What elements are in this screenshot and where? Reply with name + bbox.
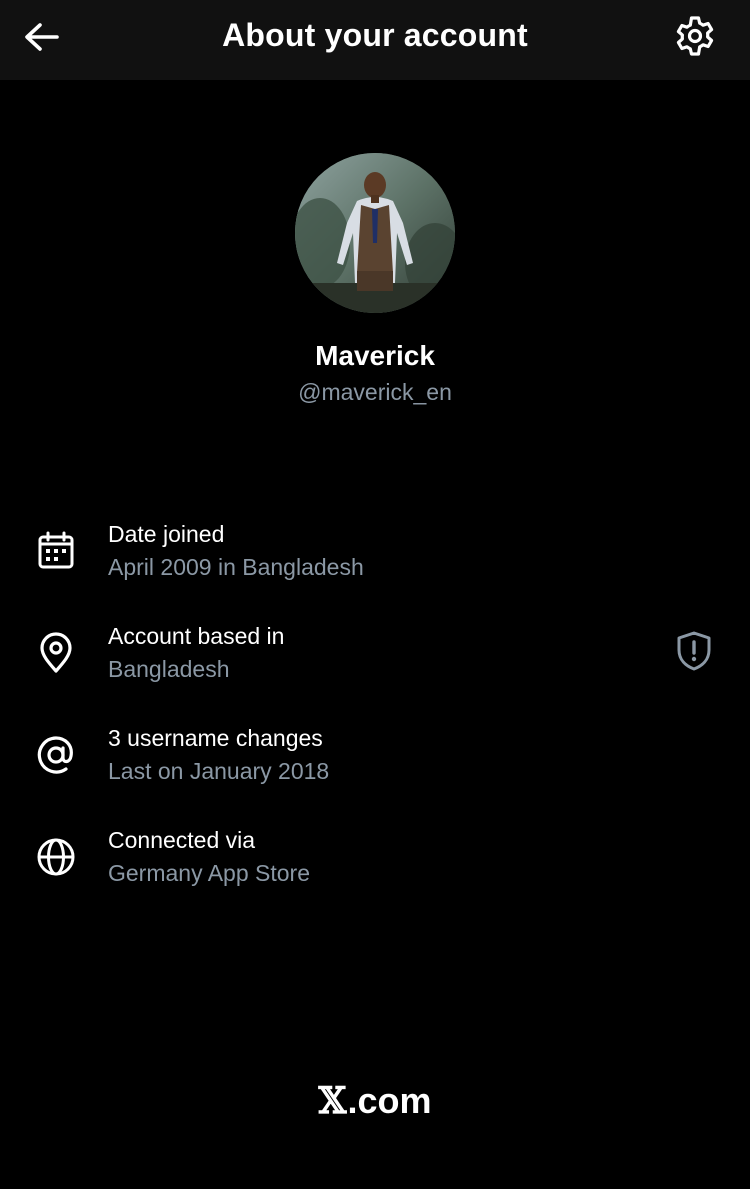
info-row-username-changes: 3 username changes Last on January 2018: [0, 719, 750, 799]
globe-icon: [34, 835, 78, 879]
display-name: Maverick: [315, 340, 435, 371]
shield-alert-icon: [675, 630, 713, 677]
x-com-logo: 𝕏.com: [0, 1080, 750, 1122]
gear-icon: [673, 14, 717, 63]
info-row-account-based-in: Account based in Bangladesh: [0, 617, 750, 697]
row-value: Last on January 2018: [108, 758, 330, 784]
location-pin-icon: [34, 631, 78, 675]
row-label: Connected via: [108, 827, 256, 853]
row-value: Bangladesh: [108, 656, 230, 682]
avatar-photo: [295, 153, 455, 313]
row-label: Account based in: [108, 623, 285, 649]
avatar[interactable]: [295, 153, 455, 313]
username-handle: @maverick_en: [298, 379, 452, 405]
top-bar: About your account: [0, 0, 750, 80]
page-title: About your account: [222, 17, 528, 53]
shield-info-button[interactable]: [670, 629, 718, 677]
row-value: Germany App Store: [108, 860, 310, 886]
info-row-connected-via: Connected via Germany App Store: [0, 821, 750, 901]
x-logo-text: .com: [347, 1080, 432, 1121]
row-value: April 2009 in Bangladesh: [108, 554, 364, 580]
settings-button[interactable]: [670, 13, 720, 63]
at-sign-icon: [34, 733, 78, 777]
info-row-date-joined: Date joined April 2009 in Bangladesh: [0, 515, 750, 595]
calendar-icon: [34, 529, 78, 573]
x-logo-mark: 𝕏: [318, 1080, 347, 1122]
row-label: 3 username changes: [108, 725, 323, 751]
row-label: Date joined: [108, 521, 225, 547]
